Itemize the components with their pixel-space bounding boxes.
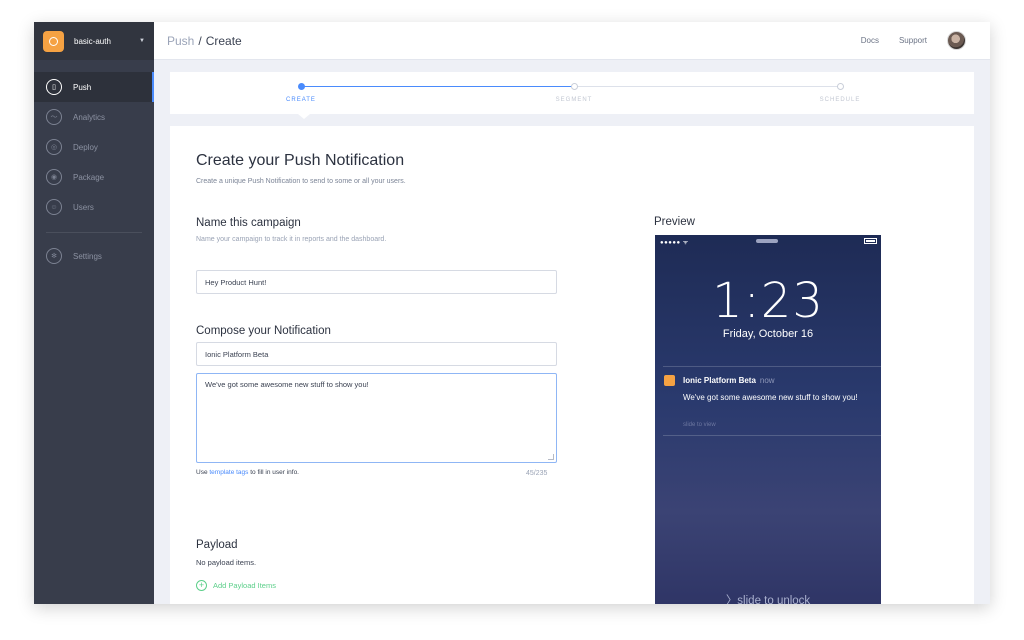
lockscreen-date: Friday, October 16 [722,328,814,340]
sidebar-item-label: Deploy [73,142,98,152]
phone-preview: ●●●●● ᯤ 1:23 Friday, October 16 Ionic Pl… [655,235,881,604]
template-hint: Use template tags to fill in user info. [196,469,299,476]
sidebar-item-label: Users [73,202,94,212]
step-dot-segment [571,83,578,90]
step-label-segment[interactable]: SEGMENT [556,97,593,103]
sidebar: basic-auth ▼ ▯ Push 〜 Analytics ◎ Deploy… [34,22,154,604]
resize-handle-icon[interactable] [548,454,554,460]
notification-time: now [759,376,775,385]
sidebar-nav: ▯ Push 〜 Analytics ◎ Deploy ◉ Package ☺ … [34,72,154,271]
notification-message-text: We've got some awesome new stuff to show… [205,380,369,389]
sidebar-item-users[interactable]: ☺ Users [34,192,154,222]
notification-app-line: Ionic Platform Beta now [683,376,775,385]
lockscreen-time: 1:23 [712,273,824,329]
avatar[interactable] [947,31,966,50]
notification-divider-bottom [663,435,881,436]
payload-section-title: Payload [196,539,238,551]
hint-prefix: Use [196,469,210,476]
signal-icon: ●●●●● ᯤ [660,240,689,246]
notification-slide-hint: slide to view [683,422,716,428]
progress-stepper: CREATE SEGMENT SCHEDULE [170,72,974,119]
chevron-down-icon: ▼ [139,38,145,44]
hint-suffix: to fill in user info. [248,469,299,476]
phone-icon: ▯ [46,79,62,95]
sidebar-item-push[interactable]: ▯ Push [34,72,154,102]
breadcrumb-separator: / [198,33,202,48]
breadcrumb-current: Create [205,33,242,48]
app-name: basic-auth [74,36,111,46]
app-logo-icon [43,30,64,52]
step-line-pending [572,86,840,87]
page-subtitle: Create a unique Push Notification to sen… [196,178,406,185]
battery-icon [864,238,877,244]
sidebar-item-label: Package [73,172,105,182]
add-payload-button[interactable]: + Add Payload Items [196,580,276,591]
sidebar-item-package[interactable]: ◉ Package [34,162,154,192]
compose-section-title: Compose your Notification [196,325,331,337]
slide-to-unlock: 〉slide to unlock [725,595,811,604]
plus-circle-icon: + [196,580,207,591]
create-card: Create your Push Notification Create a u… [170,126,974,604]
analytics-icon: 〜 [46,109,62,125]
breadcrumb-parent[interactable]: Push [167,34,194,48]
app-notification-icon [664,375,675,386]
notification-body: We've got some awesome new stuff to show… [683,393,858,402]
step-pointer [298,114,310,119]
sidebar-item-settings[interactable]: ✻ Settings [34,241,154,271]
notification-app-name: Ionic Platform Beta [683,376,756,385]
sidebar-divider [46,232,142,233]
app-window: basic-auth ▼ ▯ Push 〜 Analytics ◎ Deploy… [34,22,990,604]
step-label-schedule[interactable]: SCHEDULE [820,97,861,103]
step-label-create[interactable]: CREATE [286,97,316,103]
sidebar-item-label: Settings [73,251,102,261]
add-payload-label: Add Payload Items [213,581,276,590]
gear-icon: ✻ [46,248,62,264]
phone-status-bar: ●●●●● ᯤ [655,235,881,247]
character-counter: 45/235 [526,470,548,477]
campaign-section-subtitle: Name your campaign to track it in report… [196,236,387,243]
sidebar-item-deploy[interactable]: ◎ Deploy [34,132,154,162]
header-links: Docs Support [841,31,990,50]
template-tags-link[interactable]: template tags [209,469,248,476]
campaign-name-input[interactable]: Hey Product Hunt! [196,270,557,294]
deploy-icon: ◎ [46,139,62,155]
notification-title-input[interactable]: Ionic Platform Beta [196,342,557,366]
sidebar-item-label: Analytics [73,112,106,122]
camera-pill [756,239,778,243]
campaign-section-title: Name this campaign [196,217,301,229]
step-dot-create [298,83,305,90]
sidebar-item-label: Push [73,82,92,92]
sidebar-item-analytics[interactable]: 〜 Analytics [34,102,154,132]
step-line-completed [301,86,572,87]
package-icon: ◉ [46,169,62,185]
support-link[interactable]: Support [899,36,927,45]
app-switcher[interactable]: basic-auth ▼ [34,22,154,60]
notification-message-textarea[interactable]: We've got some awesome new stuff to show… [196,373,557,463]
page-title: Create your Push Notification [196,152,405,169]
notification-divider-top [663,366,881,367]
payload-empty-text: No payload items. [196,558,257,567]
docs-link[interactable]: Docs [861,36,879,45]
preview-title: Preview [654,216,695,228]
users-icon: ☺ [46,199,62,215]
step-dot-schedule [837,83,844,90]
header: Push / Create Docs Support [154,22,990,60]
